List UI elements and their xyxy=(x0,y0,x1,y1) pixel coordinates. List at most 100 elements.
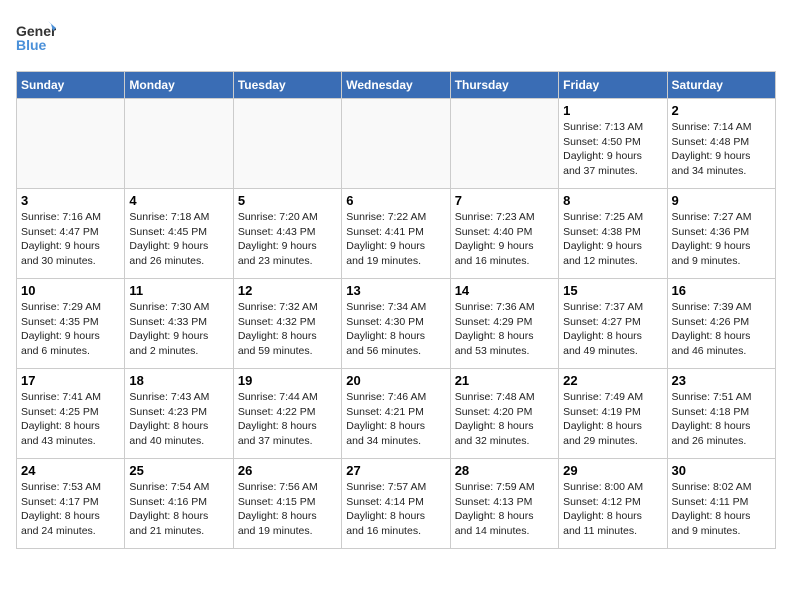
calendar-day-cell xyxy=(342,99,450,189)
day-info: Sunrise: 7:25 AM Sunset: 4:38 PM Dayligh… xyxy=(563,210,662,269)
calendar-week-row: 17 Sunrise: 7:41 AM Sunset: 4:25 PM Dayli… xyxy=(17,369,776,459)
day-info: Sunrise: 7:57 AM Sunset: 4:14 PM Dayligh… xyxy=(346,480,445,539)
svg-text:Blue: Blue xyxy=(16,37,47,53)
day-info: Sunrise: 7:37 AM Sunset: 4:27 PM Dayligh… xyxy=(563,300,662,359)
day-info: Sunrise: 7:23 AM Sunset: 4:40 PM Dayligh… xyxy=(455,210,554,269)
day-number: 4 xyxy=(129,193,228,208)
calendar-day-cell: 6 Sunrise: 7:22 AM Sunset: 4:41 PM Daylig… xyxy=(342,189,450,279)
day-number: 15 xyxy=(563,283,662,298)
day-number: 22 xyxy=(563,373,662,388)
day-number: 9 xyxy=(672,193,771,208)
calendar-table: SundayMondayTuesdayWednesdayThursdayFrid… xyxy=(16,71,776,549)
page-header: General Blue xyxy=(16,16,776,61)
day-info: Sunrise: 7:13 AM Sunset: 4:50 PM Dayligh… xyxy=(563,120,662,179)
day-info: Sunrise: 7:48 AM Sunset: 4:20 PM Dayligh… xyxy=(455,390,554,449)
day-number: 25 xyxy=(129,463,228,478)
day-info: Sunrise: 7:18 AM Sunset: 4:45 PM Dayligh… xyxy=(129,210,228,269)
day-info: Sunrise: 7:53 AM Sunset: 4:17 PM Dayligh… xyxy=(21,480,120,539)
day-number: 19 xyxy=(238,373,337,388)
day-number: 29 xyxy=(563,463,662,478)
day-number: 1 xyxy=(563,103,662,118)
calendar-day-cell: 26Sunrise: 7:56 AM Sunset: 4:15 PM Dayli… xyxy=(233,459,341,549)
calendar-day-cell: 10Sunrise: 7:29 AM Sunset: 4:35 PM Dayli… xyxy=(17,279,125,369)
day-number: 21 xyxy=(455,373,554,388)
calendar-day-cell: 19 Sunrise: 7:44 AM Sunset: 4:22 PM Dayli… xyxy=(233,369,341,459)
day-info: Sunrise: 7:34 AM Sunset: 4:30 PM Dayligh… xyxy=(346,300,445,359)
calendar-week-row: 3Sunrise: 7:16 AM Sunset: 4:47 PM Daylig… xyxy=(17,189,776,279)
day-info: Sunrise: 7:44 AM Sunset: 4:22 PM Dayligh… xyxy=(238,390,337,449)
weekday-header: Wednesday xyxy=(342,72,450,99)
calendar-day-cell: 24 Sunrise: 7:53 AM Sunset: 4:17 PM Dayli… xyxy=(17,459,125,549)
calendar-day-cell: 27 Sunrise: 7:57 AM Sunset: 4:14 PM Dayli… xyxy=(342,459,450,549)
day-number: 2 xyxy=(672,103,771,118)
day-number: 6 xyxy=(346,193,445,208)
day-info: Sunrise: 7:46 AM Sunset: 4:21 PM Dayligh… xyxy=(346,390,445,449)
day-info: Sunrise: 7:54 AM Sunset: 4:16 PM Dayligh… xyxy=(129,480,228,539)
calendar-day-cell: 22 Sunrise: 7:49 AM Sunset: 4:19 PM Dayli… xyxy=(559,369,667,459)
day-info: Sunrise: 7:27 AM Sunset: 4:36 PM Dayligh… xyxy=(672,210,771,269)
day-number: 17 xyxy=(21,373,120,388)
day-info: Sunrise: 7:51 AM Sunset: 4:18 PM Dayligh… xyxy=(672,390,771,449)
day-info: Sunrise: 7:59 AM Sunset: 4:13 PM Dayligh… xyxy=(455,480,554,539)
calendar-day-cell: 28 Sunrise: 7:59 AM Sunset: 4:13 PM Dayli… xyxy=(450,459,558,549)
calendar-day-cell: 17 Sunrise: 7:41 AM Sunset: 4:25 PM Dayli… xyxy=(17,369,125,459)
day-number: 13 xyxy=(346,283,445,298)
day-info: Sunrise: 7:43 AM Sunset: 4:23 PM Dayligh… xyxy=(129,390,228,449)
calendar-day-cell: 23 Sunrise: 7:51 AM Sunset: 4:18 PM Dayli… xyxy=(667,369,775,459)
day-info: Sunrise: 7:29 AM Sunset: 4:35 PM Dayligh… xyxy=(21,300,120,359)
day-number: 23 xyxy=(672,373,771,388)
calendar-day-cell: 18Sunrise: 7:43 AM Sunset: 4:23 PM Dayli… xyxy=(125,369,233,459)
calendar-day-cell xyxy=(125,99,233,189)
weekday-header: Tuesday xyxy=(233,72,341,99)
day-info: Sunrise: 7:14 AM Sunset: 4:48 PM Dayligh… xyxy=(672,120,771,179)
day-info: Sunrise: 7:22 AM Sunset: 4:41 PM Dayligh… xyxy=(346,210,445,269)
day-number: 3 xyxy=(21,193,120,208)
calendar-week-row: 1 Sunrise: 7:13 AM Sunset: 4:50 PM Daylig… xyxy=(17,99,776,189)
calendar-day-cell: 7 Sunrise: 7:23 AM Sunset: 4:40 PM Daylig… xyxy=(450,189,558,279)
day-number: 12 xyxy=(238,283,337,298)
calendar-day-cell: 2 Sunrise: 7:14 AM Sunset: 4:48 PM Daylig… xyxy=(667,99,775,189)
day-info: Sunrise: 7:39 AM Sunset: 4:26 PM Dayligh… xyxy=(672,300,771,359)
calendar-day-cell: 12 Sunrise: 7:32 AM Sunset: 4:32 PM Dayli… xyxy=(233,279,341,369)
calendar-day-cell: 3Sunrise: 7:16 AM Sunset: 4:47 PM Daylig… xyxy=(17,189,125,279)
day-info: Sunrise: 8:02 AM Sunset: 4:11 PM Dayligh… xyxy=(672,480,771,539)
day-info: Sunrise: 7:49 AM Sunset: 4:19 PM Dayligh… xyxy=(563,390,662,449)
calendar-day-cell: 16 Sunrise: 7:39 AM Sunset: 4:26 PM Dayli… xyxy=(667,279,775,369)
day-number: 28 xyxy=(455,463,554,478)
calendar-day-cell: 14 Sunrise: 7:36 AM Sunset: 4:29 PM Dayli… xyxy=(450,279,558,369)
day-info: Sunrise: 7:20 AM Sunset: 4:43 PM Dayligh… xyxy=(238,210,337,269)
day-number: 27 xyxy=(346,463,445,478)
day-info: Sunrise: 8:00 AM Sunset: 4:12 PM Dayligh… xyxy=(563,480,662,539)
day-number: 8 xyxy=(563,193,662,208)
day-number: 30 xyxy=(672,463,771,478)
calendar-week-row: 24 Sunrise: 7:53 AM Sunset: 4:17 PM Dayli… xyxy=(17,459,776,549)
calendar-day-cell xyxy=(450,99,558,189)
calendar-header-row: SundayMondayTuesdayWednesdayThursdayFrid… xyxy=(17,72,776,99)
logo-icon: General Blue xyxy=(16,16,56,61)
day-number: 7 xyxy=(455,193,554,208)
calendar-day-cell: 8 Sunrise: 7:25 AM Sunset: 4:38 PM Daylig… xyxy=(559,189,667,279)
calendar-day-cell: 21 Sunrise: 7:48 AM Sunset: 4:20 PM Dayli… xyxy=(450,369,558,459)
day-number: 16 xyxy=(672,283,771,298)
day-info: Sunrise: 7:32 AM Sunset: 4:32 PM Dayligh… xyxy=(238,300,337,359)
calendar-day-cell: 20 Sunrise: 7:46 AM Sunset: 4:21 PM Dayli… xyxy=(342,369,450,459)
weekday-header: Sunday xyxy=(17,72,125,99)
day-number: 5 xyxy=(238,193,337,208)
calendar-day-cell: 5 Sunrise: 7:20 AM Sunset: 4:43 PM Daylig… xyxy=(233,189,341,279)
calendar-day-cell xyxy=(17,99,125,189)
day-number: 20 xyxy=(346,373,445,388)
day-info: Sunrise: 7:41 AM Sunset: 4:25 PM Dayligh… xyxy=(21,390,120,449)
day-number: 11 xyxy=(129,283,228,298)
weekday-header: Thursday xyxy=(450,72,558,99)
day-number: 14 xyxy=(455,283,554,298)
calendar-day-cell: 13 Sunrise: 7:34 AM Sunset: 4:30 PM Dayli… xyxy=(342,279,450,369)
day-number: 24 xyxy=(21,463,120,478)
calendar-day-cell: 4 Sunrise: 7:18 AM Sunset: 4:45 PM Daylig… xyxy=(125,189,233,279)
day-info: Sunrise: 7:36 AM Sunset: 4:29 PM Dayligh… xyxy=(455,300,554,359)
calendar-week-row: 10Sunrise: 7:29 AM Sunset: 4:35 PM Dayli… xyxy=(17,279,776,369)
calendar-day-cell: 15 Sunrise: 7:37 AM Sunset: 4:27 PM Dayli… xyxy=(559,279,667,369)
day-info: Sunrise: 7:56 AM Sunset: 4:15 PM Dayligh… xyxy=(238,480,337,539)
calendar-day-cell: 11Sunrise: 7:30 AM Sunset: 4:33 PM Dayli… xyxy=(125,279,233,369)
calendar-day-cell: 9 Sunrise: 7:27 AM Sunset: 4:36 PM Daylig… xyxy=(667,189,775,279)
weekday-header: Saturday xyxy=(667,72,775,99)
